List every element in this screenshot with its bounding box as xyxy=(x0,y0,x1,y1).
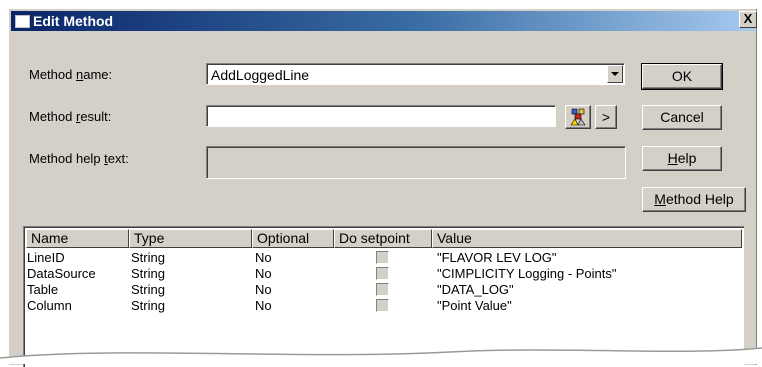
point-browser-icon xyxy=(570,108,586,126)
window-title: Edit Method xyxy=(33,13,114,29)
cell-value: "DATA_LOG" xyxy=(437,282,514,297)
window-icon xyxy=(15,15,30,28)
cancel-button[interactable]: Cancel xyxy=(642,105,722,130)
cell-type: String xyxy=(131,266,165,281)
method-help-label: ethod Help xyxy=(665,191,734,207)
help-label: elp xyxy=(677,150,697,166)
chevron-down-icon[interactable] xyxy=(607,65,623,83)
method-result-label: Method result: xyxy=(29,109,111,124)
column-header-do-setpoint[interactable]: Do setpoint xyxy=(334,229,432,248)
cell-value: "Point Value" xyxy=(437,298,512,313)
cell-name: DataSource xyxy=(27,266,96,281)
title-bar: Edit Method xyxy=(11,11,755,31)
label-text: Method help xyxy=(29,151,105,166)
torn-edge-decoration xyxy=(0,347,762,364)
close-button[interactable]: X xyxy=(739,11,757,28)
label-text: esult: xyxy=(80,109,112,124)
label-text: ame: xyxy=(83,67,113,82)
method-name-label: Method name: xyxy=(29,67,112,82)
method-result-input[interactable] xyxy=(206,105,556,127)
label-text: Method xyxy=(29,67,76,82)
label-text: ext: xyxy=(107,151,129,166)
cell-value: "CIMPLICITY Logging - Points" xyxy=(437,266,617,281)
expand-button[interactable]: > xyxy=(595,105,617,129)
cell-name: Column xyxy=(27,298,72,313)
label-text: Method xyxy=(29,109,76,124)
cell-optional: No xyxy=(255,250,272,265)
cell-name: LineID xyxy=(27,250,65,265)
do-setpoint-checkbox[interactable] xyxy=(376,299,389,312)
method-name-value: AddLoggedLine xyxy=(211,67,310,83)
cell-value: "FLAVOR LEV LOG" xyxy=(437,250,557,265)
cell-type: String xyxy=(131,282,165,297)
cell-optional: No xyxy=(255,298,272,313)
cell-optional: No xyxy=(255,282,272,297)
do-setpoint-checkbox[interactable] xyxy=(376,283,389,296)
method-name-combo[interactable]: AddLoggedLine xyxy=(206,63,625,85)
cell-name: Table xyxy=(27,282,59,297)
do-setpoint-checkbox[interactable] xyxy=(376,251,389,264)
method-help-text-label: Method help text: xyxy=(29,151,129,166)
cell-type: String xyxy=(131,250,165,265)
point-browser-button[interactable] xyxy=(565,105,591,129)
method-help-button[interactable]: Method Help xyxy=(642,187,746,212)
column-header-type[interactable]: Type xyxy=(129,229,252,248)
cell-type: String xyxy=(131,298,165,313)
ok-button[interactable]: OK xyxy=(641,63,723,90)
help-accelerator: H xyxy=(667,150,678,166)
column-header-value[interactable]: Value xyxy=(432,229,742,248)
column-header-optional[interactable]: Optional xyxy=(252,229,334,248)
column-header-name[interactable]: Name xyxy=(26,229,129,248)
help-button[interactable]: Help xyxy=(642,146,722,171)
cell-optional: No xyxy=(255,266,272,281)
do-setpoint-checkbox[interactable] xyxy=(376,267,389,280)
method-help-accelerator: M xyxy=(654,191,666,207)
method-help-text-field xyxy=(206,146,626,179)
